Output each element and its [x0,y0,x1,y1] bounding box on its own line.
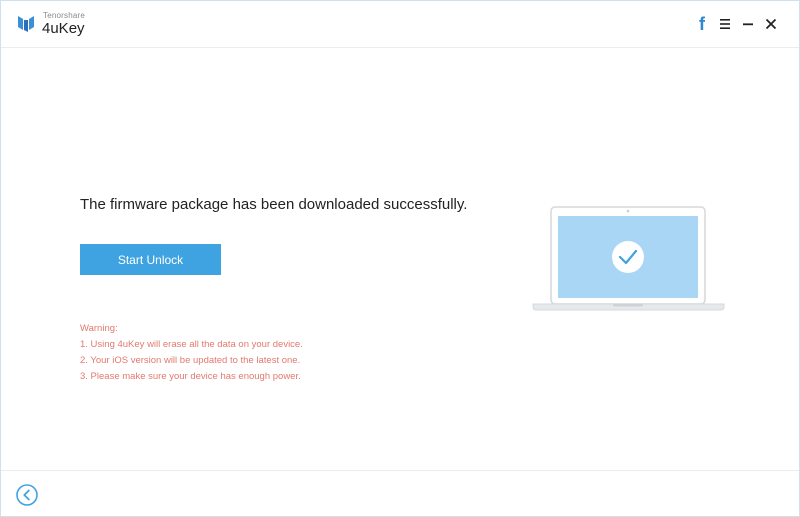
brand-company: Tenorshare [43,11,86,20]
warning-title: Warning: [80,323,118,334]
brand-product-name: 4uKey [42,20,85,37]
warning-block: Warning: 1. Using 4uKey will erase all t… [80,321,303,385]
tenorshare-logo-icon [18,16,34,32]
title-bar: Tenorshare 4uKey f [1,1,799,48]
warning-item: 2. Your iOS version will be updated to t… [80,355,301,366]
minimize-button[interactable] [741,13,755,35]
facebook-icon: f [699,14,705,34]
start-unlock-button[interactable]: Start Unlock [80,244,221,275]
status-headline: The firmware package has been downloaded… [80,196,468,213]
laptop-check-icon [532,206,725,311]
menu-button[interactable] [718,13,732,35]
close-button[interactable] [763,13,779,35]
close-icon [765,18,777,30]
minimize-icon [743,23,753,26]
menu-icon [720,19,730,29]
app-window: Tenorshare 4uKey f The firmware package … [0,0,800,517]
warning-item: 3. Please make sure your device has enou… [80,371,301,382]
warning-item: 1. Using 4uKey will erase all the data o… [80,339,303,350]
back-arrow-icon[interactable] [16,484,38,506]
footer-bar [1,470,799,517]
facebook-button[interactable]: f [694,13,710,35]
